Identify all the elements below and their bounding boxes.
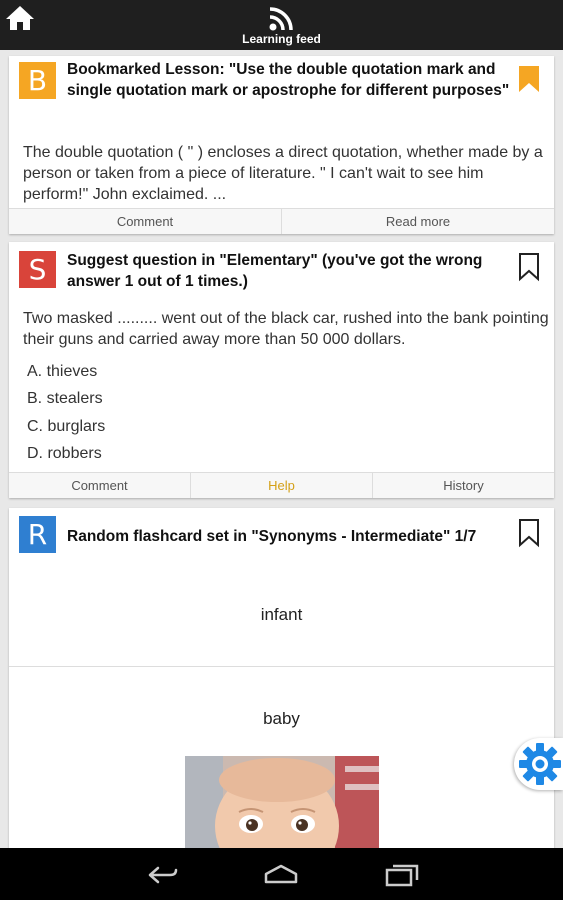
home-icon[interactable] xyxy=(4,4,36,32)
flashcard-card: R Random flashcard set in "Synonyms - In… xyxy=(9,508,554,848)
help-button[interactable]: Help xyxy=(190,473,372,498)
system-navigation-bar xyxy=(0,848,563,900)
card-actions: Comment Read more xyxy=(9,208,554,234)
comment-button[interactable]: Comment xyxy=(9,209,281,234)
card-badge: B xyxy=(19,62,56,99)
card-title[interactable]: Bookmarked Lesson: "Use the double quota… xyxy=(67,59,522,101)
bookmark-outline-icon[interactable] xyxy=(517,252,541,282)
answer-option[interactable]: B. stealers xyxy=(27,390,103,408)
bookmark-outline-icon[interactable] xyxy=(517,518,541,548)
card-title[interactable]: Random flashcard set in "Synonyms - Inte… xyxy=(67,526,512,547)
back-icon[interactable] xyxy=(144,862,182,888)
question-text: Two masked ......... went out of the bla… xyxy=(23,310,549,348)
answer-option[interactable]: C. burglars xyxy=(27,418,105,436)
baby-photo xyxy=(185,756,379,848)
card-body: The double quotation ( " ) encloses a di… xyxy=(23,144,543,203)
flashcard-front-word[interactable]: infant xyxy=(9,605,554,625)
bookmark-filled-icon[interactable] xyxy=(517,64,541,94)
card-badge: S xyxy=(19,251,56,288)
gear-icon xyxy=(519,743,561,785)
history-button[interactable]: History xyxy=(372,473,554,498)
card-badge: R xyxy=(19,516,56,553)
card-actions: Comment Help History xyxy=(9,472,554,498)
home-nav-icon[interactable] xyxy=(262,862,300,888)
comment-button[interactable]: Comment xyxy=(9,473,190,498)
answer-option[interactable]: D. robbers xyxy=(27,445,102,463)
read-more-button[interactable]: Read more xyxy=(281,209,554,234)
suggest-question-card: S Suggest question in "Elementary" (you'… xyxy=(9,242,554,498)
flashcard-divider xyxy=(9,666,554,667)
flashcard-back-word[interactable]: baby xyxy=(9,709,554,729)
top-action-bar: Learning feed xyxy=(0,0,563,50)
recent-apps-icon[interactable] xyxy=(383,862,421,888)
settings-button[interactable] xyxy=(514,738,563,790)
answer-option[interactable]: A. thieves xyxy=(27,363,97,381)
card-title[interactable]: Suggest question in "Elementary" (you've… xyxy=(67,250,507,292)
feed-list[interactable]: B Bookmarked Lesson: "Use the double quo… xyxy=(0,50,563,848)
page-title: Learning feed xyxy=(242,32,321,46)
rss-feed-icon xyxy=(268,6,296,32)
bookmarked-lesson-card: B Bookmarked Lesson: "Use the double quo… xyxy=(9,56,554,234)
